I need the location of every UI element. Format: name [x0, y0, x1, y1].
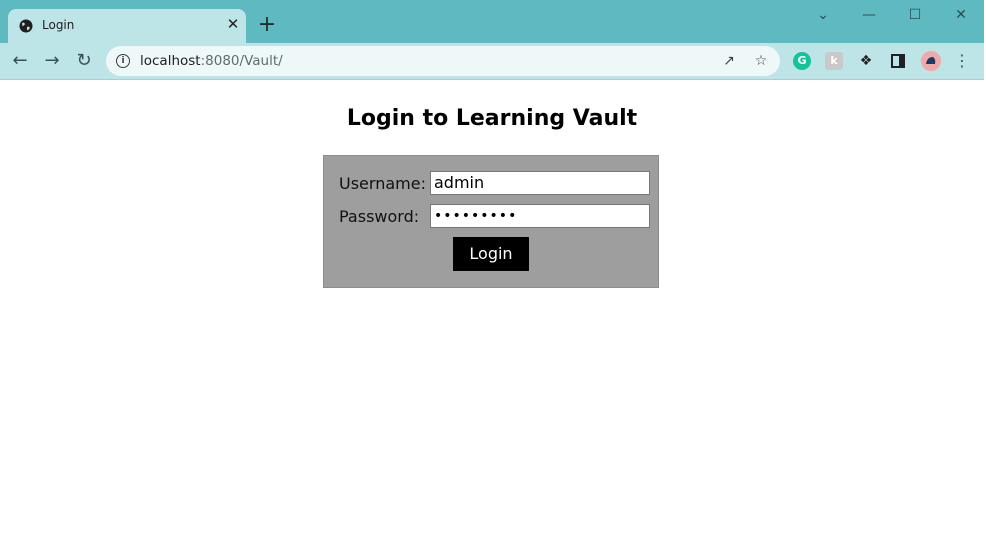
login-button[interactable]: Login [453, 237, 529, 271]
side-panel-icon[interactable] [889, 52, 907, 70]
browser-toolbar: ← → ↻ i localhost:8080/Vault/ ↗ ☆ G k ❖ … [0, 43, 984, 80]
profile-avatar[interactable] [921, 51, 941, 71]
address-bar[interactable]: i localhost:8080/Vault/ ↗ ☆ [106, 46, 780, 76]
reload-icon[interactable]: ↻ [74, 51, 94, 71]
username-label: Username: [339, 174, 426, 193]
tab-strip: Login ✕ + ⌄ — ☐ ✕ [0, 0, 984, 43]
globe-icon [19, 19, 33, 33]
window-close-icon[interactable]: ✕ [950, 6, 972, 24]
minimize-icon[interactable]: — [858, 6, 880, 24]
tab-login[interactable]: Login ✕ [8, 9, 246, 43]
forward-icon[interactable]: → [42, 51, 62, 71]
maximize-icon[interactable]: ☐ [904, 6, 926, 24]
browser-window: Login ✕ + ⌄ — ☐ ✕ ← → ↻ i localhost:8080… [0, 0, 984, 538]
info-icon[interactable]: i [116, 54, 130, 68]
username-field[interactable]: admin [430, 171, 650, 195]
menu-icon[interactable]: ⋮ [952, 51, 972, 71]
tab-close-icon[interactable]: ✕ [224, 15, 242, 33]
bookmark-star-icon[interactable]: ☆ [752, 52, 770, 70]
tab-search-icon[interactable]: ⌄ [812, 6, 834, 24]
grammarly-icon[interactable]: G [793, 52, 811, 70]
login-form: Username: admin Password: ••••••••• Logi… [323, 155, 659, 288]
new-tab-button[interactable]: + [257, 14, 277, 36]
page-content: Login to Learning Vault Username: admin … [0, 80, 984, 538]
password-field[interactable]: ••••••••• [430, 204, 650, 228]
page-title: Login to Learning Vault [346, 106, 638, 131]
share-icon[interactable]: ↗ [720, 52, 738, 70]
back-icon[interactable]: ← [10, 51, 30, 71]
url-path: :8080/Vault/ [200, 53, 283, 69]
password-label: Password: [339, 207, 420, 226]
extension-k-icon[interactable]: k [825, 52, 843, 70]
url-host: localhost [140, 53, 201, 69]
tab-title: Login [42, 18, 75, 32]
address-url: localhost:8080/Vault/ [140, 53, 283, 69]
extensions-puzzle-icon[interactable]: ❖ [857, 52, 875, 70]
